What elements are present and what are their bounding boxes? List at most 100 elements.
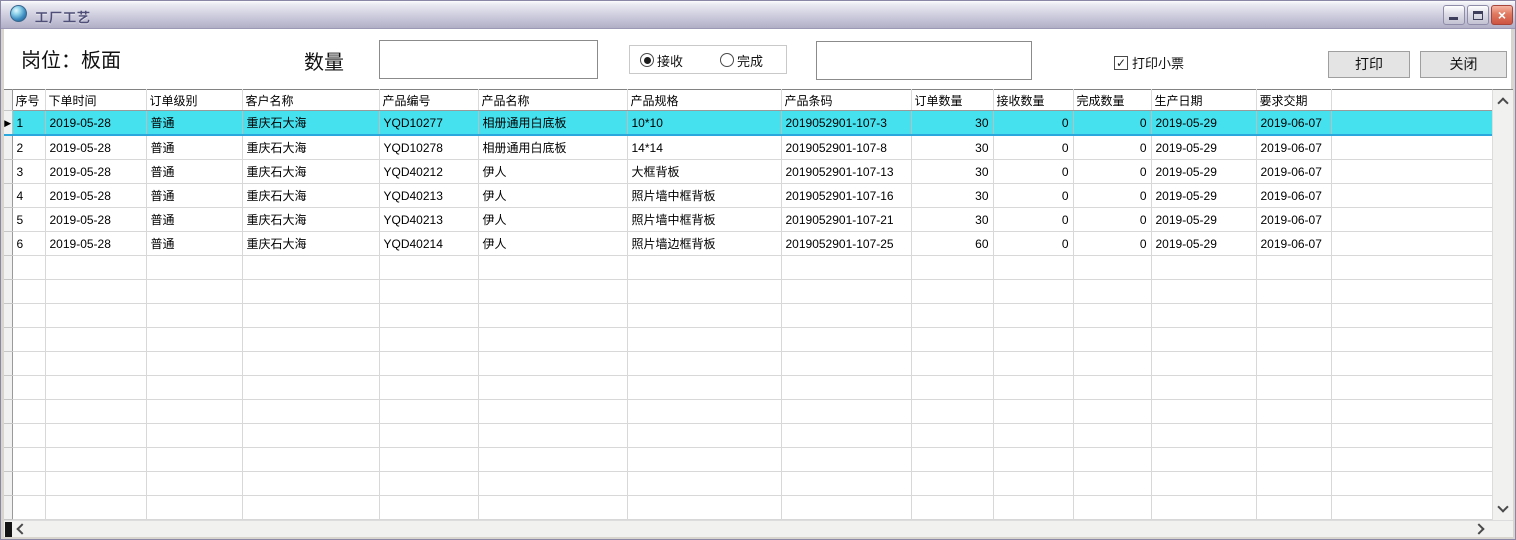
scroll-down-icon[interactable]: [1497, 501, 1508, 512]
grid-cell: 普通: [146, 135, 242, 160]
table-row[interactable]: 52019-05-28普通重庆石大海YQD40213伊人照片墙中框背板20190…: [4, 208, 1492, 232]
column-header-4[interactable]: 客户名称: [242, 90, 379, 111]
grid-cell: 60: [911, 232, 993, 256]
radio-receive[interactable]: 接收: [640, 51, 683, 69]
table-row[interactable]: 22019-05-28普通重庆石大海YQD10278相册通用白底板14*1420…: [4, 135, 1492, 160]
grid-cell: 2019-05-29: [1151, 232, 1256, 256]
print-ticket-checkbox[interactable]: ✓ 打印小票: [1114, 53, 1184, 72]
column-header-10[interactable]: 接收数量: [993, 90, 1073, 111]
grid-cell: 2019-05-29: [1151, 160, 1256, 184]
window-title: 工厂工艺: [35, 7, 91, 26]
scan-input[interactable]: [816, 41, 1032, 80]
horizontal-scroll-thumb[interactable]: [5, 522, 12, 537]
vertical-scrollbar[interactable]: [1492, 89, 1513, 520]
grid-cell: 2019-05-28: [45, 208, 146, 232]
grid-cell: 0: [993, 111, 1073, 136]
column-header-11[interactable]: 完成数量: [1073, 90, 1151, 111]
grid-cell: 0: [993, 232, 1073, 256]
empty-row: [4, 280, 1492, 304]
close-window-button[interactable]: ×: [1491, 5, 1513, 25]
column-header-7[interactable]: 产品规格: [627, 90, 781, 111]
column-header-9[interactable]: 订单数量: [911, 90, 993, 111]
grid-cell: 普通: [146, 160, 242, 184]
print-ticket-label: 打印小票: [1132, 53, 1184, 72]
grid-cell: YQD40212: [379, 160, 478, 184]
empty-row: [4, 376, 1492, 400]
empty-row: [4, 448, 1492, 472]
grid-cell: 重庆石大海: [242, 208, 379, 232]
column-header-3[interactable]: 订单级别: [146, 90, 242, 111]
column-header-5[interactable]: 产品编号: [379, 90, 478, 111]
grid-cell: 2019-06-07: [1256, 184, 1331, 208]
table-row[interactable]: 62019-05-28普通重庆石大海YQD40214伊人照片墙边框背板20190…: [4, 232, 1492, 256]
close-icon: ×: [1492, 7, 1512, 24]
grid-cell: 2: [12, 135, 45, 160]
grid-cell-filler: [1331, 184, 1492, 208]
grid-cell: 30: [911, 111, 993, 136]
horizontal-scrollbar[interactable]: [4, 520, 1513, 537]
column-header-6[interactable]: 产品名称: [478, 90, 627, 111]
row-selector[interactable]: [4, 232, 12, 256]
grid-cell: YQD40213: [379, 184, 478, 208]
grid-cell: YQD40213: [379, 208, 478, 232]
row-selector[interactable]: [4, 208, 12, 232]
grid-cell: 6: [12, 232, 45, 256]
empty-row: [4, 496, 1492, 520]
row-selector[interactable]: [4, 160, 12, 184]
column-header-8[interactable]: 产品条码: [781, 90, 911, 111]
grid-cell: 照片墙边框背板: [627, 232, 781, 256]
grid-cell: 2019052901-107-3: [781, 111, 911, 136]
column-header-1[interactable]: 序号: [12, 90, 45, 111]
row-selector[interactable]: [4, 184, 12, 208]
quantity-label: 数量: [304, 46, 344, 75]
grid-cell: 4: [12, 184, 45, 208]
quantity-input[interactable]: [379, 40, 598, 79]
empty-row: [4, 328, 1492, 352]
row-selector[interactable]: ▶: [4, 111, 12, 136]
grid-cell: 普通: [146, 208, 242, 232]
grid-cell: 2019-05-29: [1151, 208, 1256, 232]
maximize-button[interactable]: [1467, 5, 1489, 25]
close-button[interactable]: 关闭: [1420, 51, 1507, 78]
grid-cell-filler: [1331, 111, 1492, 136]
scroll-up-icon[interactable]: [1497, 97, 1508, 108]
toolbar: 岗位：板面 数量 接收 完成 ✓ 打印小票 打印 关闭: [4, 29, 1511, 89]
grid-cell: 2019052901-107-16: [781, 184, 911, 208]
empty-row: [4, 400, 1492, 424]
grid-cell: 普通: [146, 111, 242, 136]
table-row[interactable]: 32019-05-28普通重庆石大海YQD40212伊人大框背板20190529…: [4, 160, 1492, 184]
scroll-left-icon[interactable]: [16, 523, 27, 534]
grid-cell: 3: [12, 160, 45, 184]
column-header-12[interactable]: 生产日期: [1151, 90, 1256, 111]
scroll-right-icon[interactable]: [1473, 523, 1484, 534]
grid-cell: 2019-05-28: [45, 232, 146, 256]
grid-cell: 2019-05-28: [45, 160, 146, 184]
minimize-icon: [1449, 17, 1458, 20]
grid-cell-filler: [1331, 208, 1492, 232]
grid-cell: YQD10277: [379, 111, 478, 136]
grid-cell: 2019-05-29: [1151, 135, 1256, 160]
column-header-2[interactable]: 下单时间: [45, 90, 146, 111]
grid-cell: 2019-06-07: [1256, 160, 1331, 184]
table-row[interactable]: 42019-05-28普通重庆石大海YQD40213伊人照片墙中框背板20190…: [4, 184, 1492, 208]
grid-cell: 0: [1073, 208, 1151, 232]
empty-row: [4, 256, 1492, 280]
grid-cell: 相册通用白底板: [478, 111, 627, 136]
grid-cell: 2019-06-07: [1256, 135, 1331, 160]
grid-cell: 0: [993, 184, 1073, 208]
minimize-button[interactable]: [1443, 5, 1465, 25]
orders-grid: 序号下单时间订单级别客户名称产品编号产品名称产品规格产品条码订单数量接收数量完成…: [4, 89, 1493, 520]
column-header-13[interactable]: 要求交期: [1256, 90, 1331, 111]
radio-circle-icon: [640, 53, 654, 67]
maximize-icon: [1473, 11, 1483, 20]
grid-cell: 2019-05-29: [1151, 111, 1256, 136]
position-label: 岗位：板面: [21, 44, 121, 73]
row-selector[interactable]: [4, 135, 12, 160]
grid-cell: 1: [12, 111, 45, 136]
grid-cell: 2019-05-29: [1151, 184, 1256, 208]
empty-row: [4, 352, 1492, 376]
table-row[interactable]: ▶12019-05-28普通重庆石大海YQD10277相册通用白底板10*102…: [4, 111, 1492, 136]
grid-cell: 0: [993, 208, 1073, 232]
print-button[interactable]: 打印: [1328, 51, 1410, 78]
radio-complete[interactable]: 完成: [720, 51, 763, 69]
